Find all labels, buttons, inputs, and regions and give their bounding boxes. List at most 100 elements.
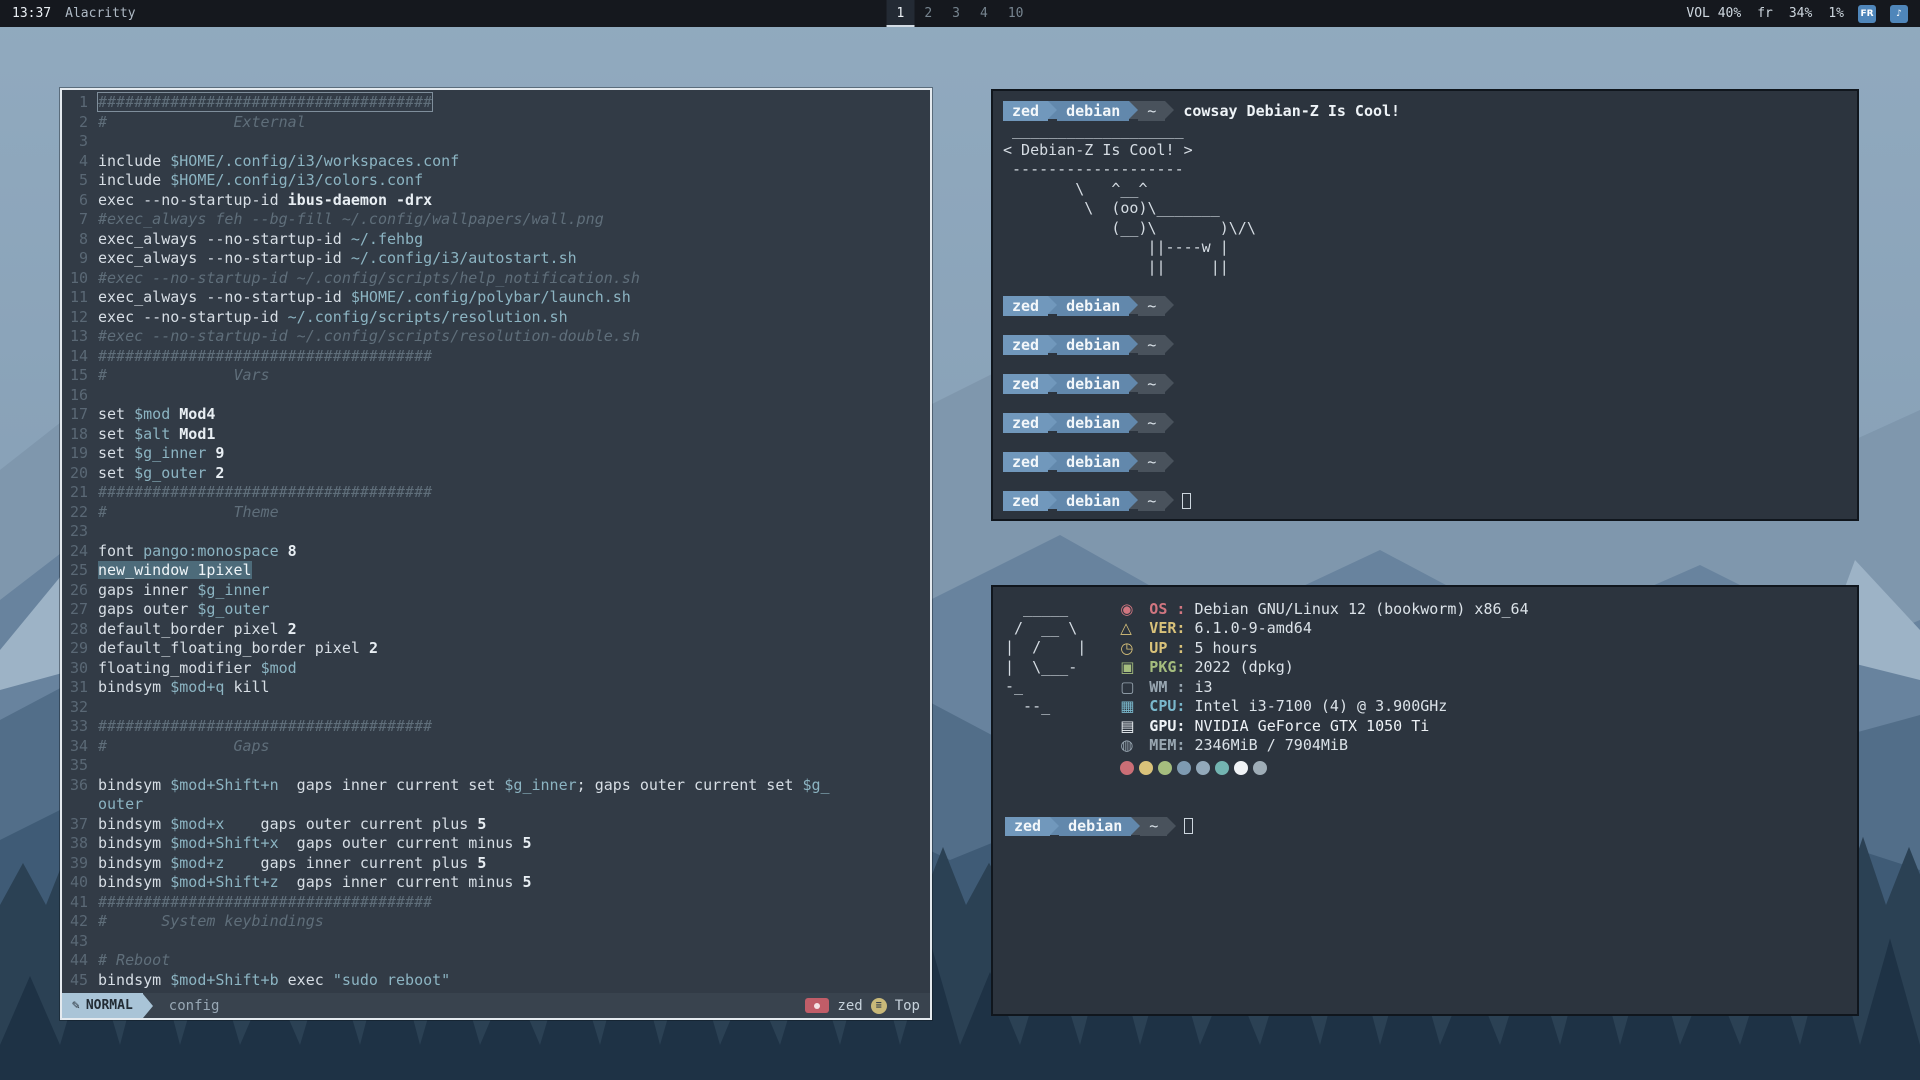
line-number: 24	[62, 542, 98, 562]
workspace-1[interactable]: 1	[887, 0, 915, 27]
terminal-row: zeddebian~	[1003, 413, 1847, 433]
prompt-host: debian	[1059, 817, 1131, 837]
editor-line: 26gaps inner $g_inner	[62, 581, 930, 601]
line-text: gaps inner $g_inner	[98, 581, 270, 601]
prompt-host: debian	[1057, 413, 1129, 433]
workspace-10[interactable]: 10	[998, 0, 1034, 27]
prompt-separator-icon	[1165, 335, 1174, 353]
line-number: 45	[62, 971, 98, 991]
line-text: #####################################	[98, 893, 432, 913]
line-number: 19	[62, 444, 98, 464]
prompt-host: debian	[1057, 101, 1129, 121]
sysinfo-label: GPU:	[1140, 717, 1194, 735]
line-number: 20	[62, 464, 98, 484]
terminal-row: zeddebian~	[1003, 491, 1847, 511]
editor-line: 4include $HOME/.config/i3/workspaces.con…	[62, 152, 930, 172]
editor-line: 11exec_always --no-startup-id $HOME/.con…	[62, 288, 930, 308]
editor-window[interactable]: 1#####################################2#…	[60, 88, 932, 1020]
terminal-cursor	[1184, 818, 1193, 834]
bar-right: VOL 40%fr34%1% FR ♪	[1686, 5, 1908, 23]
line-number	[62, 795, 98, 815]
sysinfo-row: ◉ OS : Debian GNU/Linux 12 (bookworm) x8…	[1120, 599, 1528, 619]
editor-line: 22# Theme	[62, 503, 930, 523]
line-number: 40	[62, 873, 98, 893]
sysinfo-label: UP :	[1140, 639, 1194, 657]
line-text: bindsym $mod+Shift+x gaps outer current …	[98, 834, 532, 854]
terminal-row: \ (oo)\_______	[1003, 199, 1847, 219]
terminal-text: ___________________	[1003, 121, 1184, 139]
sysinfo-row: △ VER: 6.1.0-9-amd64	[1120, 619, 1528, 639]
terminal-text: (__)\ )\/\	[1003, 219, 1256, 237]
sysinfo-label: WM :	[1140, 678, 1194, 696]
sysinfo-row: ▦ CPU: Intel i3-7100 (4) @ 3.900GHz	[1120, 697, 1528, 717]
volume-icon: ♪	[1896, 9, 1902, 19]
terminal-row	[1003, 472, 1847, 492]
terminal-row	[1003, 355, 1847, 375]
terminal-row: -------------------	[1003, 160, 1847, 180]
palette-dot-3	[1158, 761, 1172, 775]
packages-icon: ▣	[1120, 658, 1140, 676]
terminal-row	[1003, 433, 1847, 453]
prompt-path: ~	[1138, 296, 1165, 316]
editor-line: 30floating_modifier $mod	[62, 659, 930, 679]
prompt-separator-icon	[1165, 374, 1174, 392]
shell-prompt: zeddebian~	[1003, 491, 1174, 511]
editor-line: 41#####################################	[62, 893, 930, 913]
line-text: # Gaps	[98, 737, 270, 757]
editor-line: 13#exec --no-startup-id ~/.config/script…	[62, 327, 930, 347]
prompt-separator-icon	[1129, 101, 1138, 119]
prompt-separator-icon	[1048, 452, 1057, 470]
prompt-separator-icon	[1129, 452, 1138, 470]
editor-line: 23	[62, 522, 930, 542]
editor-line: 6exec --no-startup-id ibus-daemon -drx	[62, 191, 930, 211]
prompt-separator-icon	[1048, 335, 1057, 353]
sysinfo-row: ▢ WM : i3	[1120, 677, 1528, 697]
workspace-2[interactable]: 2	[914, 0, 942, 27]
prompt-user: zed	[1005, 817, 1050, 837]
focused-window-title: Alacritty	[65, 6, 135, 21]
command-text: cowsay Debian-Z Is Cool!	[1174, 102, 1400, 120]
prompt-user: zed	[1003, 335, 1048, 355]
terminal-top-window[interactable]: zeddebian~ cowsay Debian-Z Is Cool! ____…	[991, 89, 1859, 521]
editor-line: 12exec --no-startup-id ~/.config/scripts…	[62, 308, 930, 328]
line-number: 35	[62, 756, 98, 776]
terminal-text: \ (oo)\_______	[1003, 199, 1220, 217]
top-bar: 13:37 Alacritty 123410 VOL 40%fr34%1% FR…	[0, 0, 1920, 27]
editor-buffer[interactable]: 1#####################################2#…	[62, 90, 930, 993]
keyboard-layout-badge[interactable]: FR	[1858, 5, 1876, 23]
line-number: 13	[62, 327, 98, 347]
sysinfo-row: ▣ PKG: 2022 (dpkg)	[1120, 658, 1528, 678]
editor-line: 31bindsym $mod+q kill	[62, 678, 930, 698]
scroll-icon: ≡	[871, 998, 887, 1014]
workspace-3[interactable]: 3	[942, 0, 970, 27]
line-text: # System keybindings	[98, 912, 324, 932]
prompt-separator-icon	[1165, 101, 1174, 119]
volume-badge[interactable]: ♪	[1890, 5, 1908, 23]
sysinfo-label: CPU:	[1140, 697, 1194, 715]
prompt-separator-icon	[1048, 374, 1057, 392]
prompt-separator-icon	[1129, 335, 1138, 353]
file-badge-dot-icon	[814, 1003, 820, 1009]
terminal-row	[1003, 277, 1847, 297]
palette-dot-7	[1234, 761, 1248, 775]
terminal-top-body[interactable]: zeddebian~ cowsay Debian-Z Is Cool! ____…	[1003, 101, 1847, 511]
line-number: 29	[62, 639, 98, 659]
editor-line: 15# Vars	[62, 366, 930, 386]
prompt-separator-icon	[1167, 817, 1176, 835]
terminal-bottom-window[interactable]: _____ / __ \ | / | | \___- -_ --_ ◉ OS :…	[991, 585, 1859, 1016]
prompt-user: zed	[1003, 101, 1048, 121]
line-number: 32	[62, 698, 98, 718]
editor-line: 27gaps outer $g_outer	[62, 600, 930, 620]
line-text: # Vars	[98, 366, 270, 386]
editor-line: outer	[62, 795, 930, 815]
shell-prompt: zeddebian~	[1003, 374, 1174, 394]
palette-dot-2	[1139, 761, 1153, 775]
bar-status: VOL 40%fr34%1%	[1686, 6, 1844, 21]
editor-line: 25new_window 1pixel	[62, 561, 930, 581]
workspace-4[interactable]: 4	[970, 0, 998, 27]
editor-line: 38bindsym $mod+Shift+x gaps outer curren…	[62, 834, 930, 854]
prompt-separator-icon	[1129, 491, 1138, 509]
prompt-separator-icon	[1165, 452, 1174, 470]
editor-line: 32	[62, 698, 930, 718]
kernel-icon: △	[1120, 619, 1140, 637]
